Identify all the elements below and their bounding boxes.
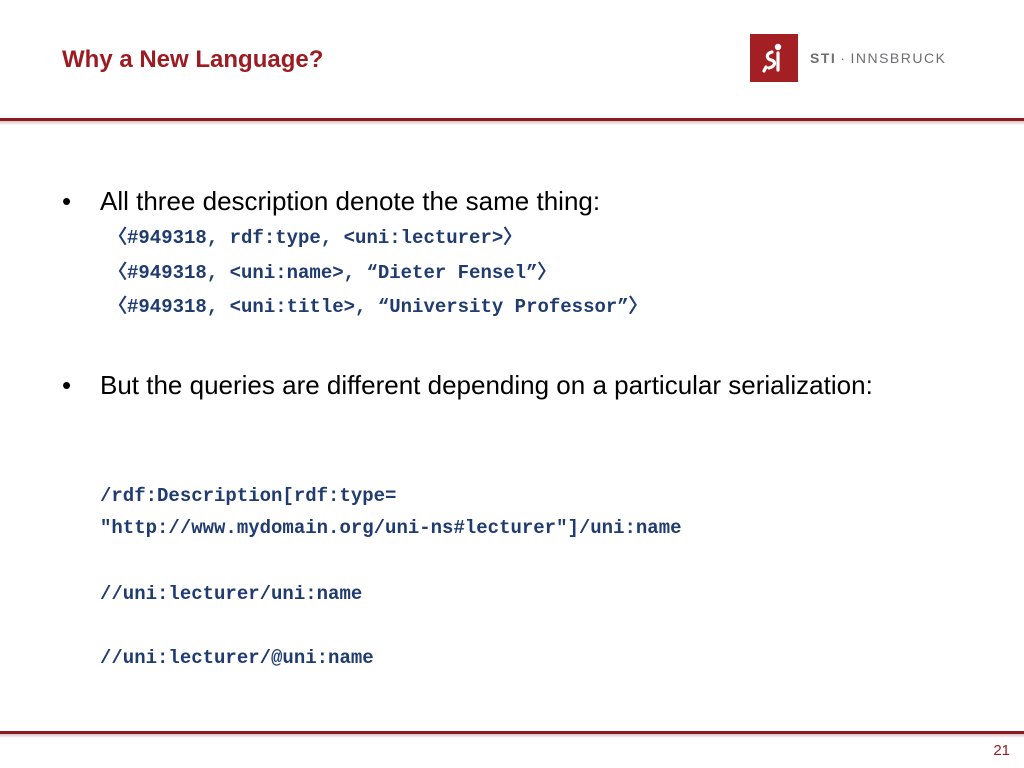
code-line: //uni:lecturer/@uni:name [100,647,374,669]
bullet-text: But the queries are different depending … [100,370,873,400]
logo-brand: STI [810,50,837,66]
logo-wordmark: STI · INNSBRUCK [810,50,946,66]
header-divider-shadow [0,121,1024,125]
code-line: 〈#949318, rdf:type, <uni:lecturer>〉 [108,227,523,249]
sti-logo-mark-icon [750,34,798,82]
sti-figure-icon [762,43,782,73]
code-line: /rdf:Description[rdf:type= [100,485,397,507]
slide-title: Why a New Language? [62,46,324,73]
sti-innsbruck-logo: STI · INNSBRUCK [750,34,946,82]
footer-divider-shadow [0,734,1024,738]
logo-separator: · [840,50,847,66]
code-line: "http://www.mydomain.org/uni-ns#lecturer… [100,517,682,539]
code-line: 〈#949318, <uni:title>, “University Profe… [108,296,648,318]
code-line: 〈#949318, <uni:name>, “Dieter Fensel”〉 [108,262,557,284]
bullet-mark: • [62,186,72,216]
bullet-mark: • [62,370,72,400]
code-line: //uni:lecturer/uni:name [100,583,363,605]
page-number: 21 [993,742,1010,759]
bullet-text: All three description denote the same th… [100,186,601,216]
logo-name: INNSBRUCK [850,50,947,66]
